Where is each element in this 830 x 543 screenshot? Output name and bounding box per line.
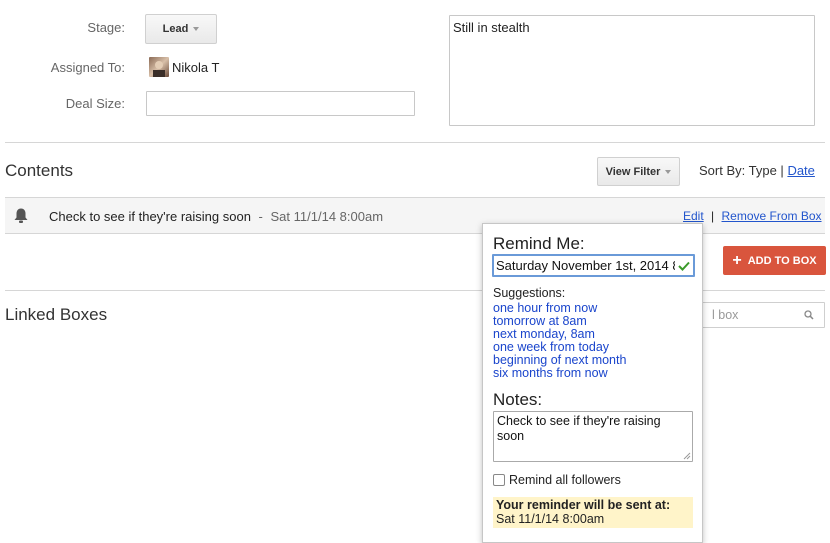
assigned-user-name[interactable]: Nikola T xyxy=(172,60,219,75)
notes-label: Notes: xyxy=(493,390,543,409)
sort-by-date-link[interactable]: Date xyxy=(787,163,814,178)
stage-label: Stage: xyxy=(87,20,125,35)
suggestions-label: Suggestions: xyxy=(493,286,566,300)
reminder-item-title: Check to see if they're raising soon xyxy=(49,209,251,224)
reminder-notes-text: Check to see if they're raising soon xyxy=(497,414,661,443)
deal-size-input[interactable] xyxy=(146,91,415,116)
reminder-sent-label: Your reminder will be sent at: xyxy=(496,498,671,512)
view-filter-button[interactable]: View Filter xyxy=(597,157,680,186)
remove-from-box-link[interactable]: Remove From Box xyxy=(722,209,822,223)
chevron-down-icon xyxy=(665,169,672,174)
reminder-sent-value: Sat 11/1/14 8:00am xyxy=(496,511,605,526)
reminder-item-when: Sat 11/1/14 8:00am xyxy=(270,209,384,224)
reminder-sent-box: Your reminder will be sent at: Sat 11/1/… xyxy=(493,497,693,528)
reminder-notes-textarea[interactable]: Check to see if they're raising soon xyxy=(493,411,693,462)
deal-size-label: Deal Size: xyxy=(65,96,125,111)
search-icon xyxy=(804,310,814,320)
sort-by: Sort By: Type | Date xyxy=(699,163,815,178)
sort-separator: | xyxy=(780,163,784,178)
add-to-box-label: ADD TO BOX xyxy=(747,254,817,267)
checkmark-icon xyxy=(675,256,693,275)
contents-title: Contents xyxy=(5,161,74,180)
plus-icon: + xyxy=(732,251,742,269)
assigned-to-label: Assigned To: xyxy=(50,60,125,75)
add-to-box-button[interactable]: + ADD TO BOX xyxy=(723,246,826,275)
stage-dropdown[interactable]: Lead xyxy=(145,14,217,44)
action-separator: | xyxy=(711,209,715,223)
remind-followers-checkbox[interactable] xyxy=(493,474,505,486)
remind-me-title: Remind Me: xyxy=(493,234,585,253)
linked-box-search-input[interactable]: l box xyxy=(689,302,825,328)
view-filter-label: View Filter xyxy=(605,165,661,178)
remind-followers-row: Remind all followers xyxy=(493,473,621,487)
sort-by-type[interactable]: Sort By: Type xyxy=(699,163,777,178)
linked-boxes-title: Linked Boxes xyxy=(5,305,108,324)
chevron-down-icon xyxy=(193,27,200,31)
divider xyxy=(5,142,825,143)
stage-value: Lead xyxy=(162,23,189,35)
resize-handle-icon[interactable] xyxy=(683,452,691,460)
suggestion-six-months[interactable]: six months from now xyxy=(493,367,626,380)
reminder-date-input[interactable]: Saturday November 1st, 2014 8 xyxy=(492,254,695,277)
deal-notes-textarea[interactable]: Still in stealth xyxy=(449,15,815,126)
remind-followers-label: Remind all followers xyxy=(509,473,621,487)
deal-notes-text: Still in stealth xyxy=(453,20,530,35)
reminder-date-value: Saturday November 1st, 2014 8 xyxy=(496,258,680,273)
item-actions: Edit | Remove From Box xyxy=(683,209,822,223)
reminder-item-text[interactable]: Check to see if they're raising soon - S… xyxy=(49,209,383,224)
bell-icon xyxy=(13,207,29,224)
suggestions-list: one hour from now tomorrow at 8am next m… xyxy=(493,302,626,380)
edit-link[interactable]: Edit xyxy=(683,209,704,223)
linked-box-search-text: l box xyxy=(712,308,739,322)
avatar xyxy=(149,57,169,77)
reminder-item-dash: - xyxy=(258,209,263,224)
